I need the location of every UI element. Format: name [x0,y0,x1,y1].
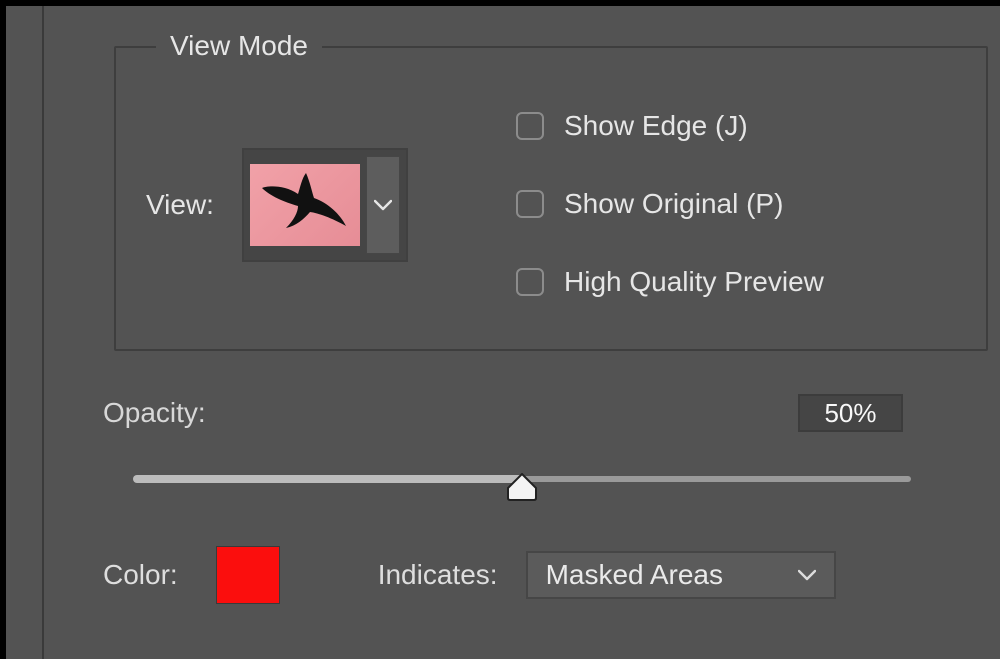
chevron-down-icon [798,569,816,581]
indicates-label: Indicates: [378,559,498,591]
color-label: Color: [103,559,178,591]
checkbox-box [516,268,544,296]
view-label: View: [146,189,214,221]
view-thumbnail-dropdown[interactable] [242,148,408,262]
opacity-slider[interactable] [133,461,911,501]
slider-thumb-icon [506,473,538,501]
show-edge-checkbox[interactable]: Show Edge (J) [516,110,824,142]
view-thumbnail [250,164,360,246]
high-quality-label: High Quality Preview [564,266,824,298]
chevron-down-icon [374,199,392,211]
slider-track-filled [133,475,522,483]
indicates-select[interactable]: Masked Areas [526,551,836,599]
checkbox-box [516,190,544,218]
bird-icon [256,168,352,242]
show-original-checkbox[interactable]: Show Original (P) [516,188,824,220]
color-swatch[interactable] [216,546,280,604]
slider-track-empty [522,476,911,482]
high-quality-checkbox[interactable]: High Quality Preview [516,266,824,298]
indicates-value: Masked Areas [546,559,723,591]
show-original-label: Show Original (P) [564,188,783,220]
view-dropdown-button[interactable] [366,156,400,254]
view-mode-legend: View Mode [156,30,322,62]
view-mode-group: View Mode View: Show Edge (J) [114,46,988,351]
checkbox-box [516,112,544,140]
opacity-label: Opacity: [103,397,206,429]
opacity-input[interactable]: 50% [798,394,903,432]
show-edge-label: Show Edge (J) [564,110,748,142]
